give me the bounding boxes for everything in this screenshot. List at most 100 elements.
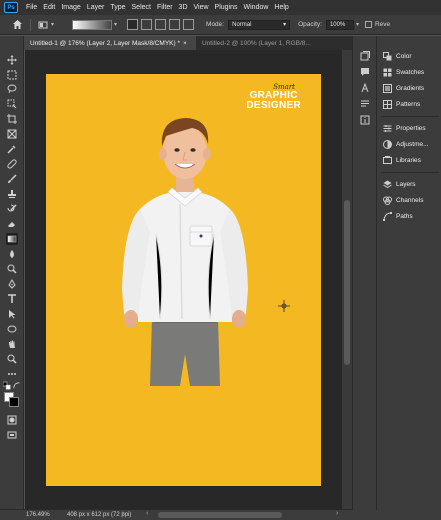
- chevron-down-icon[interactable]: ▾: [114, 21, 117, 28]
- comments-panel-icon[interactable]: [359, 66, 371, 78]
- scrollbar-thumb[interactable]: [344, 200, 350, 365]
- menu-select[interactable]: Select: [129, 4, 154, 11]
- panel-dock-icons: [352, 36, 376, 510]
- gradient-tool-icon[interactable]: [6, 233, 18, 245]
- panel-channels[interactable]: Channels: [377, 192, 441, 208]
- reverse-label: Reve: [374, 21, 391, 28]
- artboard[interactable]: Smart GRAPHIC DESIGNER: [46, 74, 321, 486]
- panel-label: Channels: [396, 196, 424, 204]
- menu-edit[interactable]: Edit: [40, 4, 58, 11]
- glyphs-panel-icon[interactable]: [359, 82, 371, 94]
- pen-tool-icon[interactable]: [6, 278, 18, 290]
- panel-label: Layers: [396, 180, 416, 188]
- hand-tool-icon[interactable]: [6, 338, 18, 350]
- adjustments-icon: [383, 139, 392, 149]
- panel-layers[interactable]: Layers: [377, 176, 441, 192]
- rectangle-tool-icon[interactable]: [6, 323, 18, 335]
- color-wheel-icon: [383, 51, 392, 61]
- eyedropper-tool-icon[interactable]: [6, 143, 18, 155]
- options-bar: ▾ ▾ Mode: Normal ▾ Opacity: 100% ▾ Reve: [0, 15, 441, 35]
- more-tools-icon[interactable]: [6, 368, 18, 380]
- menu-file[interactable]: File: [23, 4, 40, 11]
- panel-list: Color Swatches Gradients Patterns Proper…: [376, 36, 441, 510]
- type-tool-icon[interactable]: [6, 293, 18, 305]
- radial-gradient-button[interactable]: [141, 19, 153, 30]
- channels-icon: [383, 196, 392, 205]
- frame-tool-icon[interactable]: [6, 128, 18, 140]
- panel-patterns[interactable]: Patterns: [377, 96, 441, 112]
- marquee-tool-icon[interactable]: [6, 69, 18, 81]
- canvas-area[interactable]: Smart GRAPHIC DESIGNER: [25, 50, 352, 509]
- chevron-down-icon[interactable]: ▾: [51, 21, 54, 28]
- zoom-level[interactable]: 176.49%: [26, 512, 59, 518]
- gradients-icon: [383, 83, 392, 93]
- panel-divider: [381, 172, 439, 173]
- clone-stamp-tool-icon[interactable]: [6, 188, 18, 200]
- background-color-swatch[interactable]: [9, 397, 19, 407]
- chevron-right-icon[interactable]: ›: [122, 510, 124, 517]
- quick-mask-icon[interactable]: [6, 414, 18, 426]
- linear-gradient-button[interactable]: [127, 19, 139, 30]
- lasso-tool-icon[interactable]: [6, 83, 18, 95]
- panel-divider: [381, 116, 439, 117]
- paragraph-panel-icon[interactable]: [359, 98, 371, 110]
- move-tool-icon[interactable]: [6, 54, 18, 66]
- menu-3d[interactable]: 3D: [176, 4, 191, 11]
- gradient-picker[interactable]: [72, 19, 113, 30]
- zoom-tool-icon[interactable]: [6, 353, 18, 365]
- horizontal-scrollbar[interactable]: [158, 512, 282, 518]
- tab-untitled-2[interactable]: Untitled-2 @ 100% (Layer 1, RGB/8...: [196, 36, 353, 50]
- panel-paths[interactable]: Paths: [377, 208, 441, 224]
- panel-adjustments[interactable]: Adjustme...: [377, 136, 441, 152]
- panel-properties[interactable]: Properties: [377, 120, 441, 136]
- angle-gradient-button[interactable]: [155, 19, 167, 30]
- history-panel-icon[interactable]: [359, 50, 371, 62]
- tab-untitled-1[interactable]: Untitled-1 @ 176% (Layer 2, Layer Mask/8…: [24, 36, 196, 50]
- photoshop-logo-icon[interactable]: Ps: [4, 2, 18, 13]
- dodge-tool-icon[interactable]: [6, 263, 18, 275]
- blur-tool-icon[interactable]: [6, 248, 18, 260]
- menu-layer[interactable]: Layer: [84, 4, 108, 11]
- menu-window[interactable]: Window: [241, 4, 272, 11]
- opacity-value: 100%: [329, 21, 346, 28]
- crop-tool-icon[interactable]: [6, 113, 18, 125]
- menu-type[interactable]: Type: [107, 4, 128, 11]
- home-icon[interactable]: [10, 18, 24, 32]
- panel-gradients[interactable]: Gradients: [377, 80, 441, 96]
- libraries-icon: [383, 155, 392, 165]
- chevron-down-icon[interactable]: ▾: [356, 21, 359, 28]
- brush-tool-icon[interactable]: [6, 173, 18, 185]
- menu-view[interactable]: View: [191, 4, 212, 11]
- panel-color[interactable]: Color: [377, 48, 441, 64]
- reflected-gradient-button[interactable]: [169, 19, 181, 30]
- opacity-label: Opacity:: [298, 21, 322, 28]
- logo-line-2: DESIGNER: [246, 100, 301, 111]
- menu-filter[interactable]: Filter: [154, 4, 176, 11]
- menu-plugins[interactable]: Plugins: [212, 4, 241, 11]
- eraser-tool-icon[interactable]: [6, 218, 18, 230]
- history-brush-tool-icon[interactable]: [6, 203, 18, 215]
- object-selection-tool-icon[interactable]: [6, 98, 18, 110]
- opacity-input[interactable]: 100%: [325, 19, 354, 30]
- diamond-gradient-button[interactable]: [183, 19, 195, 30]
- close-icon[interactable]: ×: [183, 40, 187, 47]
- path-selection-tool-icon[interactable]: [6, 308, 18, 320]
- panel-libraries[interactable]: Libraries: [377, 152, 441, 168]
- menu-help[interactable]: Help: [271, 4, 291, 11]
- menu-image[interactable]: Image: [58, 4, 83, 11]
- reverse-checkbox[interactable]: [364, 21, 372, 28]
- panel-label: Patterns: [396, 100, 421, 108]
- screen-mode-icon[interactable]: [6, 429, 18, 441]
- healing-brush-tool-icon[interactable]: [6, 158, 18, 170]
- swap-colors-icon[interactable]: [13, 382, 21, 390]
- gradient-tool-preset-icon[interactable]: [37, 19, 49, 31]
- panel-swatches[interactable]: Swatches: [377, 64, 441, 80]
- chevron-left-icon[interactable]: ‹: [146, 510, 148, 517]
- info-panel-icon[interactable]: [359, 114, 371, 126]
- vertical-scrollbar[interactable]: [342, 50, 352, 509]
- chevron-right-icon[interactable]: ›: [336, 510, 338, 517]
- paths-icon: [383, 211, 392, 221]
- menu-bar: Ps File Edit Image Layer Type Select Fil…: [0, 0, 441, 15]
- default-colors-icon[interactable]: [3, 381, 11, 390]
- mode-select[interactable]: Normal ▾: [228, 19, 291, 30]
